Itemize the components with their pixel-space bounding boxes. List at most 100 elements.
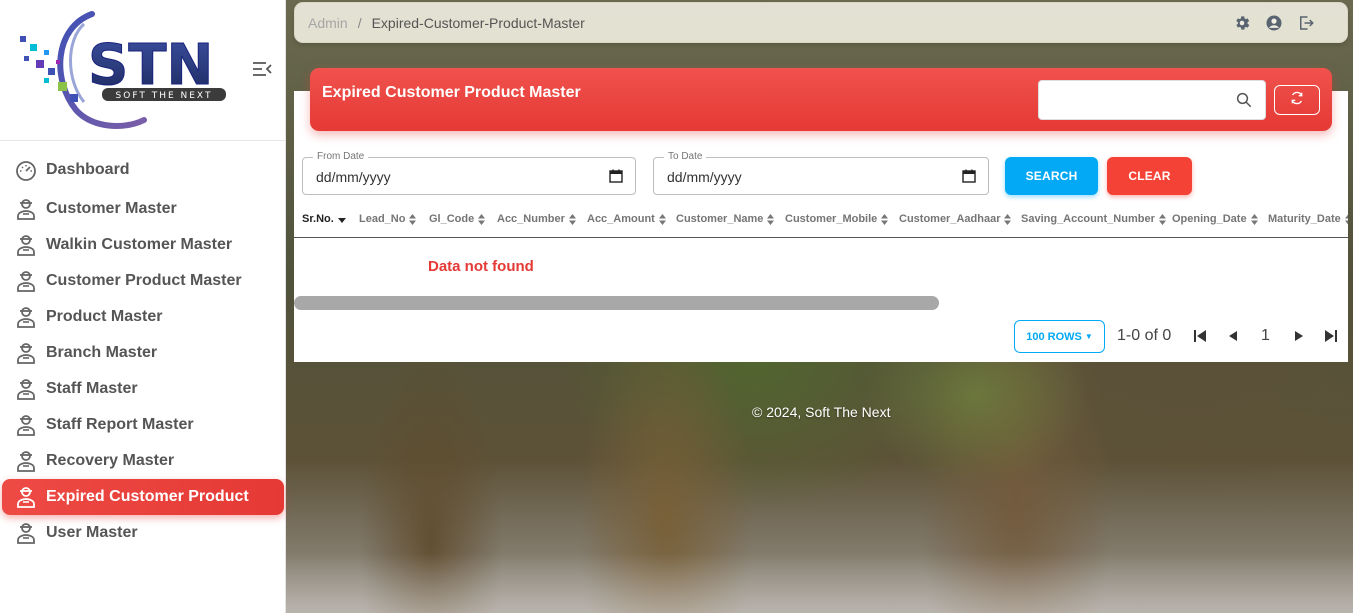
sort-icon — [1344, 213, 1348, 225]
column-header-maturity-date[interactable]: Maturity_Date — [1268, 213, 1348, 225]
column-header-lead-no[interactable]: Lead_No — [359, 213, 417, 225]
sidebar-item-user-master[interactable]: User Master — [2, 515, 284, 551]
breadcrumb-root[interactable]: Admin — [308, 15, 348, 31]
dashboard-icon — [15, 159, 37, 181]
column-header-opening-date[interactable]: Opening_Date — [1172, 213, 1258, 225]
pagination-range: 1-0 of 0 — [1117, 327, 1172, 344]
sort-icon — [658, 213, 666, 225]
sidebar-item-label: Customer Product Master — [46, 272, 242, 289]
sidebar-item-expired-customer-product[interactable]: Expired Customer Product — [2, 479, 284, 515]
brand-logo: STN SOFT THE NEXT — [20, 11, 226, 129]
logout-icon[interactable] — [1297, 14, 1315, 32]
column-header-saving-account-number[interactable]: Saving_Account_Number — [1021, 213, 1166, 225]
sidebar-item-recovery-master[interactable]: Recovery Master — [2, 443, 284, 479]
sidebar-item-label: Expired Customer Product — [46, 488, 249, 505]
sort-icon — [767, 213, 775, 225]
from-date-label: From Date — [313, 151, 369, 162]
sidebar-item-label: User Master — [46, 524, 138, 541]
refresh-icon — [1290, 91, 1304, 110]
clear-button[interactable]: CLEAR — [1107, 157, 1192, 195]
sort-icon — [409, 213, 417, 225]
sidebar-item-label: Branch Master — [46, 344, 158, 361]
next-page-icon[interactable] — [1292, 328, 1306, 344]
column-header-label: Gl_Code — [429, 213, 475, 225]
gear-icon[interactable] — [1233, 14, 1251, 32]
last-page-icon[interactable] — [1324, 328, 1338, 344]
sidebar-item-branch-master[interactable]: Branch Master — [2, 335, 284, 371]
column-header-label: Customer_Name — [676, 213, 764, 225]
column-header-customer-mobile[interactable]: Customer_Mobile — [785, 213, 889, 225]
from-date-value: dd/mm/yyyy — [316, 169, 391, 185]
caret-down-icon: ▼ — [1084, 332, 1093, 341]
sidebar-item-dashboard[interactable]: Dashboard — [2, 149, 284, 191]
sidebar-item-label: Customer Master — [46, 200, 177, 217]
sidebar-item-customer-product-master[interactable]: Customer Product Master — [2, 263, 284, 299]
sort-icon — [1004, 213, 1012, 225]
search-button[interactable]: SEARCH — [1005, 157, 1098, 195]
sidebar-item-product-master[interactable]: Product Master — [2, 299, 284, 335]
column-header-label: Customer_Mobile — [785, 213, 878, 225]
column-header-acc-amount[interactable]: Acc_Amount — [587, 213, 666, 225]
menu-collapse-icon[interactable] — [251, 60, 273, 78]
current-page-number[interactable]: 1 — [1261, 327, 1270, 345]
column-header-label: Saving_Account_Number — [1021, 213, 1155, 225]
user-icon — [15, 198, 37, 220]
user-icon — [15, 306, 37, 328]
to-date-value: dd/mm/yyyy — [667, 169, 742, 185]
calendar-icon[interactable] — [609, 169, 623, 183]
search-icon[interactable] — [1235, 91, 1253, 109]
column-header-customer-name[interactable]: Customer_Name — [676, 213, 775, 225]
table-header: Sr.No. Lead_No Gl_Code Acc_Number Acc_Am… — [294, 205, 1348, 238]
search-box — [1038, 80, 1266, 120]
column-header-customer-aadhaar[interactable]: Customer_Aadhaar — [899, 213, 1012, 225]
from-date-field[interactable]: From Date dd/mm/yyyy — [302, 151, 636, 195]
sort-icon — [478, 213, 486, 225]
to-date-label: To Date — [664, 151, 707, 162]
footer-copyright: © 2024, Soft The Next — [752, 404, 891, 420]
column-header-label: Lead_No — [359, 213, 406, 225]
column-header-label: Sr.No. — [302, 213, 334, 225]
top-navbar: Admin / Expired-Customer-Product-Master — [294, 2, 1348, 43]
sidebar-item-walkin-customer-master[interactable]: Walkin Customer Master — [2, 227, 284, 263]
sidebar-item-label: Dashboard — [46, 161, 130, 178]
card-header: Expired Customer Product Master — [310, 68, 1332, 131]
user-icon — [15, 414, 37, 436]
sidebar-item-label: Walkin Customer Master — [46, 236, 233, 253]
to-date-field[interactable]: To Date dd/mm/yyyy — [653, 151, 989, 195]
user-icon — [15, 522, 37, 544]
user-icon — [15, 450, 37, 472]
previous-page-icon[interactable] — [1226, 328, 1240, 344]
breadcrumb-current: Expired-Customer-Product-Master — [371, 14, 585, 31]
sidebar-item-label: Staff Master — [46, 380, 138, 397]
sidebar-item-staff-report-master[interactable]: Staff Report Master — [2, 407, 284, 443]
column-header-label: Opening_Date — [1172, 213, 1247, 225]
logo-area: STN SOFT THE NEXT — [0, 0, 285, 141]
column-header-label: Customer_Aadhaar — [899, 213, 1001, 225]
column-header-acc-number[interactable]: Acc_Number — [497, 213, 576, 225]
logo-tagline: SOFT THE NEXT — [116, 91, 213, 101]
first-page-icon[interactable] — [1193, 328, 1207, 344]
column-header-label: Acc_Amount — [587, 213, 655, 225]
column-header-label: Maturity_Date — [1268, 213, 1341, 225]
account-circle-icon[interactable] — [1265, 14, 1283, 32]
user-icon — [15, 342, 37, 364]
search-input[interactable] — [1039, 81, 1229, 119]
sort-icon — [1250, 213, 1258, 225]
calendar-icon[interactable] — [962, 169, 976, 183]
column-header-sr-no[interactable]: Sr.No. — [302, 213, 346, 225]
refresh-button[interactable] — [1274, 85, 1320, 115]
sidebar-item-customer-master[interactable]: Customer Master — [2, 191, 284, 227]
rows-per-page-select[interactable]: 100 ROWS ▼ — [1014, 320, 1105, 353]
empty-state-message: Data not found — [428, 258, 534, 275]
sort-icon — [881, 213, 889, 225]
user-icon — [15, 234, 37, 256]
sort-icon — [568, 213, 576, 225]
user-icon — [15, 378, 37, 400]
sort-icon — [1158, 213, 1166, 225]
column-header-label: Acc_Number — [497, 213, 565, 225]
sidebar: STN SOFT THE NEXT Dashboard Customer Mas… — [0, 0, 286, 613]
column-header-gl-code[interactable]: Gl_Code — [429, 213, 486, 225]
sidebar-item-staff-master[interactable]: Staff Master — [2, 371, 284, 407]
sidebar-item-label: Product Master — [46, 308, 163, 325]
horizontal-scrollbar[interactable] — [294, 296, 939, 310]
